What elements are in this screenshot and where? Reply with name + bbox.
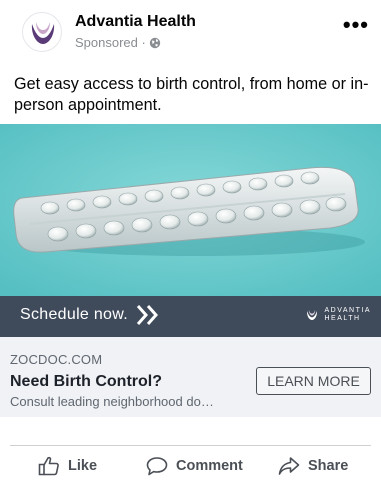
avatar[interactable] [22,12,62,52]
action-bar: Like Comment Share [0,450,381,483]
globe-icon [149,37,161,48]
post-meta: Sponsored · [75,35,161,50]
like-label: Like [68,458,98,474]
comment-icon [146,457,168,476]
link-description: Consult leading neighborhood do… [10,394,214,409]
ad-image[interactable] [0,124,381,296]
more-icon[interactable]: ••• [343,14,369,36]
divider [10,445,371,446]
logo-line-2: HEALTH [324,315,361,322]
advantia-band-logo: ADVANTIA HEALTH [303,306,372,324]
logo-line-1: ADVANTIA [324,307,371,314]
page-name[interactable]: Advantia Health [75,13,196,31]
thumbs-up-icon [38,456,59,476]
advantia-logo-icon [306,310,317,320]
link-domain: ZOCDOC.COM [10,352,103,367]
chevron-right-icon [136,305,159,325]
sponsored-label[interactable]: Sponsored · [75,35,146,50]
pill-pack-illustration [0,124,381,296]
comment-button[interactable]: Comment [146,456,243,476]
post-header: Advantia Health Sponsored · ••• [0,0,381,62]
ad-cta-text: Schedule now. [20,306,128,323]
share-button[interactable]: Share [278,456,348,476]
share-label: Share [308,458,349,474]
like-button[interactable]: Like [38,456,97,476]
advantia-logo-icon [31,22,55,44]
comment-label: Comment [176,458,243,474]
ad-cta-band[interactable]: Schedule now. ADVANTIA HEALTH [0,296,381,337]
share-icon [278,457,300,475]
link-headline: Need Birth Control? [10,373,162,390]
learn-more-button[interactable]: LEARN MORE [256,367,371,395]
post-body: Get easy access to birth control, from h… [14,75,369,114]
link-preview[interactable]: ZOCDOC.COM Need Birth Control? Consult l… [0,337,381,417]
